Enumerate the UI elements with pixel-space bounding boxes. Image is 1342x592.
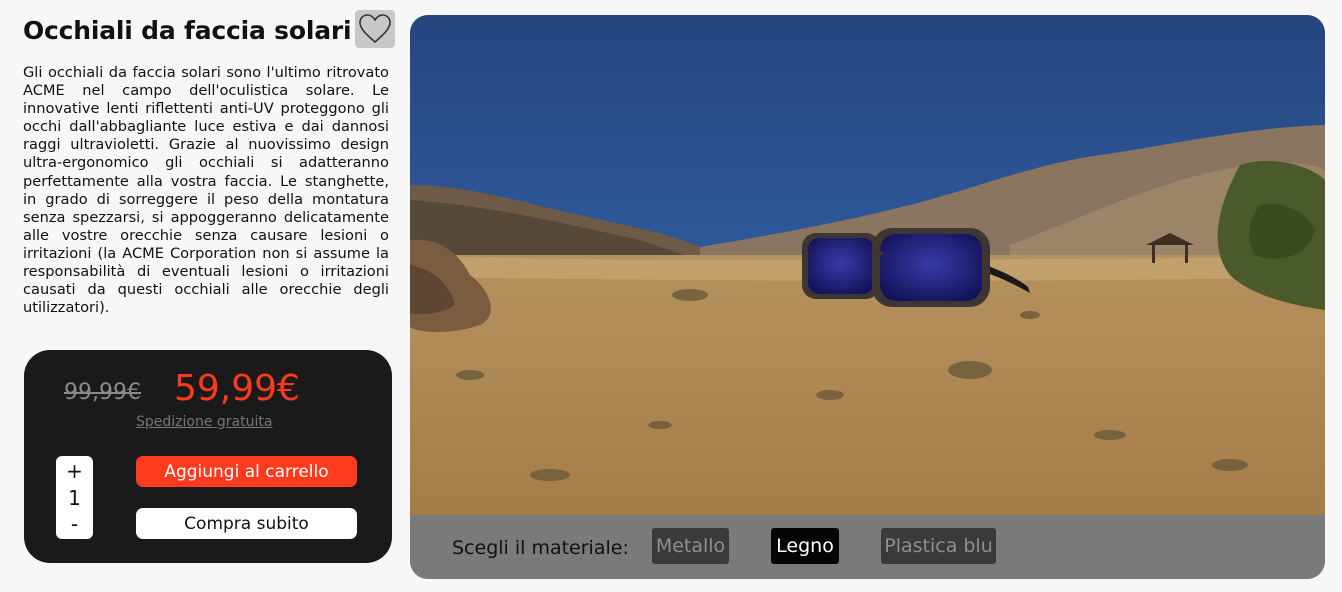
material-option-legno[interactable]: Legno	[771, 528, 839, 564]
product-description: Gli occhiali da faccia solari sono l'ult…	[23, 64, 389, 317]
desert-scene[interactable]	[410, 15, 1325, 515]
material-selector: Scegli il materiale: Metallo Legno Plast…	[410, 515, 1325, 579]
favorite-button[interactable]	[355, 10, 395, 48]
increment-button[interactable]: +	[66, 458, 83, 484]
price-panel: 99,99€ 59,99€ Spedizione gratuita + 1 - …	[24, 350, 392, 563]
free-shipping-link[interactable]: Spedizione gratuita	[136, 414, 272, 430]
product-title: Occhiali da faccia solari	[23, 16, 352, 45]
product-3d-viewer[interactable]: Scegli il materiale: Metallo Legno Plast…	[410, 15, 1325, 579]
quantity-stepper: + 1 -	[56, 456, 93, 539]
sale-price: 59,99€	[174, 368, 300, 409]
material-option-plastica-blu[interactable]: Plastica blu	[881, 528, 996, 564]
material-label: Scegli il materiale:	[452, 537, 629, 559]
buy-now-button[interactable]: Compra subito	[136, 508, 357, 539]
material-option-metallo[interactable]: Metallo	[652, 528, 729, 564]
old-price: 99,99€	[64, 380, 141, 405]
quantity-value: 1	[68, 485, 81, 510]
heart-outline-icon	[359, 14, 391, 44]
decrement-button[interactable]: -	[71, 511, 78, 537]
add-to-cart-button[interactable]: Aggiungi al carrello	[136, 456, 357, 487]
